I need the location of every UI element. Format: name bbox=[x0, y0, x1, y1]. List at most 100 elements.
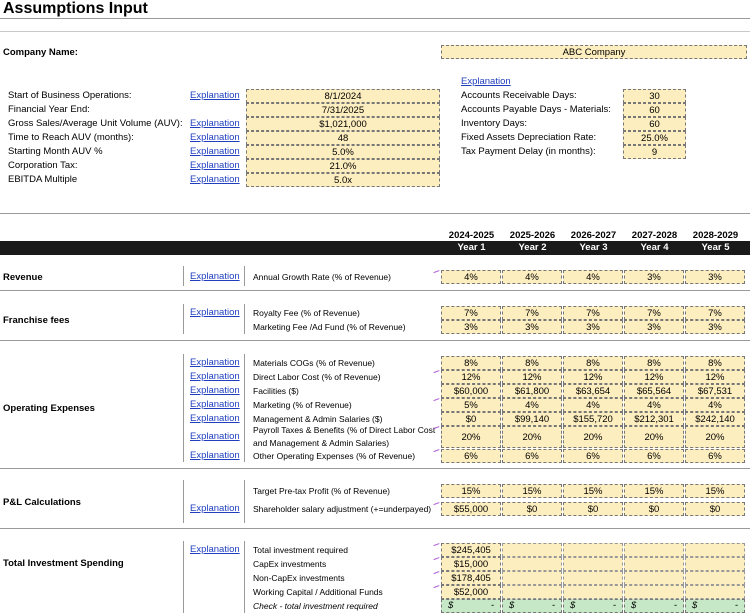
value-cell[interactable]: 3% bbox=[563, 320, 623, 334]
empty-cell[interactable] bbox=[502, 543, 562, 557]
value-cell[interactable]: $63,654 bbox=[563, 384, 623, 398]
company-name-input[interactable]: ABC Company bbox=[441, 45, 747, 59]
explanation-link[interactable]: Explanation bbox=[461, 76, 511, 87]
explanation-link[interactable]: Explanation bbox=[190, 399, 240, 410]
empty-cell[interactable] bbox=[624, 557, 684, 571]
value-cell[interactable]: 6% bbox=[624, 449, 684, 463]
explanation-link[interactable]: Explanation bbox=[190, 160, 240, 171]
explanation-link[interactable]: Explanation bbox=[190, 431, 240, 442]
assumption-input[interactable]: 48 bbox=[246, 131, 440, 145]
value-cell[interactable]: 7% bbox=[502, 306, 562, 320]
assumption-input[interactable]: 8/1/2024 bbox=[246, 89, 440, 103]
assumption-input[interactable]: 25.0% bbox=[623, 131, 686, 145]
value-cell[interactable]: 15% bbox=[624, 484, 684, 498]
value-cell[interactable]: 4% bbox=[502, 398, 562, 412]
explanation-link[interactable]: Explanation bbox=[190, 357, 240, 368]
explanation-link[interactable]: Explanation bbox=[190, 90, 240, 101]
value-cell[interactable]: 4% bbox=[563, 270, 623, 284]
value-cell[interactable]: 12% bbox=[441, 370, 501, 384]
empty-cell[interactable] bbox=[502, 557, 562, 571]
value-cell[interactable]: $0 bbox=[563, 502, 623, 516]
assumption-input[interactable]: $1,021,000 bbox=[246, 117, 440, 131]
value-cell[interactable]: 7% bbox=[624, 306, 684, 320]
value-cell[interactable]: 3% bbox=[502, 320, 562, 334]
explanation-link[interactable]: Explanation bbox=[190, 132, 240, 143]
assumption-input[interactable]: 5.0% bbox=[246, 145, 440, 159]
value-cell[interactable]: 12% bbox=[624, 370, 684, 384]
value-cell[interactable]: 15% bbox=[441, 484, 501, 498]
explanation-link[interactable]: Explanation bbox=[190, 385, 240, 396]
value-cell[interactable]: 4% bbox=[685, 398, 745, 412]
value-cell[interactable]: 6% bbox=[685, 449, 745, 463]
value-cell[interactable]: $61,800 bbox=[502, 384, 562, 398]
value-cell[interactable]: 15% bbox=[563, 484, 623, 498]
value-cell[interactable]: 6% bbox=[441, 449, 501, 463]
value-cell[interactable]: 12% bbox=[502, 370, 562, 384]
value-cell[interactable]: 8% bbox=[624, 356, 684, 370]
value-cell[interactable]: $0 bbox=[502, 502, 562, 516]
value-cell[interactable]: 4% bbox=[563, 398, 623, 412]
value-cell[interactable]: 4% bbox=[624, 398, 684, 412]
value-cell[interactable]: $0 bbox=[685, 502, 745, 516]
value-cell[interactable]: 8% bbox=[502, 356, 562, 370]
value-cell[interactable]: $0 bbox=[441, 412, 501, 426]
empty-cell[interactable] bbox=[624, 585, 684, 599]
value-cell[interactable]: 8% bbox=[441, 356, 501, 370]
value-cell[interactable]: 5% bbox=[441, 398, 501, 412]
value-cell[interactable]: 20% bbox=[563, 426, 623, 448]
assumption-input[interactable]: 21.0% bbox=[246, 159, 440, 173]
value-cell[interactable]: $52,000 bbox=[441, 585, 501, 599]
value-cell[interactable]: $0 bbox=[624, 502, 684, 516]
empty-cell[interactable] bbox=[624, 543, 684, 557]
empty-cell[interactable] bbox=[685, 585, 745, 599]
value-cell[interactable]: $212,301 bbox=[624, 412, 684, 426]
assumption-input[interactable]: 60 bbox=[623, 117, 686, 131]
explanation-link[interactable]: Explanation bbox=[190, 450, 240, 461]
value-cell[interactable]: $178,405 bbox=[441, 571, 501, 585]
empty-cell[interactable] bbox=[685, 571, 745, 585]
explanation-link[interactable]: Explanation bbox=[190, 371, 240, 382]
assumption-input[interactable]: 30 bbox=[623, 89, 686, 103]
empty-cell[interactable] bbox=[502, 585, 562, 599]
value-cell[interactable]: 4% bbox=[441, 270, 501, 284]
value-cell[interactable]: 12% bbox=[563, 370, 623, 384]
assumption-input[interactable]: 7/31/2025 bbox=[246, 103, 440, 117]
explanation-link[interactable]: Explanation bbox=[190, 544, 240, 555]
value-cell[interactable]: 15% bbox=[685, 484, 745, 498]
explanation-link[interactable]: Explanation bbox=[190, 146, 240, 157]
value-cell[interactable]: $67,531 bbox=[685, 384, 745, 398]
value-cell[interactable]: 3% bbox=[624, 320, 684, 334]
value-cell[interactable]: $60,000 bbox=[441, 384, 501, 398]
empty-cell[interactable] bbox=[685, 557, 745, 571]
value-cell[interactable]: 7% bbox=[563, 306, 623, 320]
value-cell[interactable]: 20% bbox=[502, 426, 562, 448]
empty-cell[interactable] bbox=[563, 557, 623, 571]
value-cell[interactable]: $242,140 bbox=[685, 412, 745, 426]
explanation-link[interactable]: Explanation bbox=[190, 118, 240, 129]
value-cell[interactable]: $55,000 bbox=[441, 502, 501, 516]
value-cell[interactable]: $15,000 bbox=[441, 557, 501, 571]
assumption-input[interactable]: 60 bbox=[623, 103, 686, 117]
value-cell[interactable]: 20% bbox=[441, 426, 501, 448]
empty-cell[interactable] bbox=[563, 543, 623, 557]
value-cell[interactable]: 3% bbox=[685, 320, 745, 334]
value-cell[interactable]: 12% bbox=[685, 370, 745, 384]
value-cell[interactable]: $245,405 bbox=[441, 543, 501, 557]
empty-cell[interactable] bbox=[563, 571, 623, 585]
empty-cell[interactable] bbox=[502, 571, 562, 585]
assumption-input[interactable]: 5.0x bbox=[246, 173, 440, 187]
value-cell[interactable]: 3% bbox=[624, 270, 684, 284]
value-cell[interactable]: 4% bbox=[502, 270, 562, 284]
value-cell[interactable]: 3% bbox=[685, 270, 745, 284]
value-cell[interactable]: 15% bbox=[502, 484, 562, 498]
explanation-link[interactable]: Explanation bbox=[190, 413, 240, 424]
value-cell[interactable]: 6% bbox=[502, 449, 562, 463]
empty-cell[interactable] bbox=[563, 585, 623, 599]
value-cell[interactable]: 3% bbox=[441, 320, 501, 334]
value-cell[interactable]: $65,564 bbox=[624, 384, 684, 398]
explanation-link[interactable]: Explanation bbox=[190, 307, 240, 318]
explanation-link[interactable]: Explanation bbox=[190, 271, 240, 282]
value-cell[interactable]: 8% bbox=[563, 356, 623, 370]
explanation-link[interactable]: Explanation bbox=[190, 503, 240, 514]
value-cell[interactable]: 7% bbox=[685, 306, 745, 320]
